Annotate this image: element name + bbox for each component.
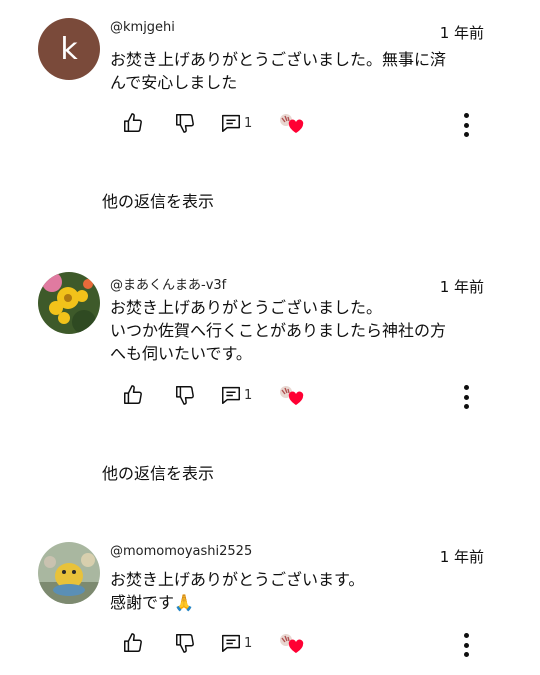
- figurine-avatar-image: [38, 542, 100, 604]
- like-button[interactable]: [122, 112, 144, 134]
- creator-heart: [278, 112, 304, 136]
- reply-count: 1: [244, 387, 253, 403]
- comment-text-line: んで安心しました: [110, 73, 238, 92]
- comment-text-line: いつか佐賀へ行くことがありましたら神社の方: [110, 321, 447, 340]
- more-vertical-icon: [463, 642, 469, 648]
- more-vertical-icon: [463, 132, 469, 137]
- comment-text-line: へも伺いたいです。: [110, 344, 252, 363]
- more-vertical-icon: [463, 652, 469, 657]
- thumb-down-icon: [176, 634, 194, 653]
- thumb-up-icon: [124, 385, 142, 404]
- comment-text-line: お焚き上げありがとうございました。無事に済: [110, 50, 447, 69]
- dislike-button[interactable]: [174, 384, 196, 406]
- comment-icon: [222, 634, 240, 652]
- comment-actions: 1: [122, 112, 482, 138]
- avatar[interactable]: [38, 542, 100, 604]
- comment-text-line: お焚き上げありがとうございます。: [110, 570, 365, 589]
- more-vertical-icon: [463, 394, 469, 400]
- dislike-button[interactable]: [174, 112, 196, 134]
- comment-time[interactable]: 1 年前: [440, 22, 484, 43]
- reply-button[interactable]: 1: [220, 112, 252, 134]
- more-vertical-icon: [463, 404, 469, 409]
- comment-text-line: 感謝です🙏: [110, 593, 194, 612]
- more-options-button[interactable]: [454, 632, 478, 658]
- more-vertical-icon: [463, 113, 469, 118]
- thumb-up-icon: [124, 633, 142, 652]
- comment-text: お焚き上げありがとうございました。無事に済 んで安心しました: [110, 48, 490, 94]
- more-options-button[interactable]: [454, 384, 478, 410]
- avatar[interactable]: [38, 272, 100, 334]
- show-replies-button[interactable]: 他の返信を表示: [102, 460, 214, 484]
- flower-avatar-image: [38, 272, 100, 334]
- comment-author[interactable]: @まあくんまあ-v3f: [110, 274, 226, 293]
- like-button[interactable]: [122, 384, 144, 406]
- show-replies-button[interactable]: 他の返信を表示: [102, 188, 214, 212]
- comment-icon: [222, 386, 240, 404]
- creator-heart-icon: [280, 634, 304, 653]
- like-button[interactable]: [122, 632, 144, 654]
- more-vertical-icon: [463, 122, 469, 128]
- avatar[interactable]: k: [38, 18, 100, 80]
- more-vertical-icon: [463, 385, 469, 390]
- thumb-down-icon: [176, 114, 194, 133]
- comment-text-line: お焚き上げありがとうございました。: [110, 298, 383, 317]
- comment-time[interactable]: 1 年前: [440, 276, 484, 297]
- more-vertical-icon: [463, 633, 469, 638]
- comment-actions: 1: [122, 632, 482, 658]
- reply-count: 1: [244, 635, 253, 651]
- thumb-down-icon: [176, 386, 194, 405]
- comment-author[interactable]: @kmjgehi: [110, 20, 175, 35]
- creator-heart-icon: [280, 114, 304, 133]
- comment-actions: 1: [122, 384, 482, 410]
- creator-heart: [278, 384, 304, 408]
- reply-count: 1: [244, 115, 253, 131]
- creator-heart-icon: [280, 386, 304, 405]
- more-options-button[interactable]: [454, 112, 478, 138]
- comment-author[interactable]: @momomoyashi2525: [110, 544, 252, 559]
- comment-text: お焚き上げありがとうございます。 感謝です🙏: [110, 568, 490, 614]
- reply-button[interactable]: 1: [220, 632, 252, 654]
- comment-text: お焚き上げありがとうございました。 いつか佐賀へ行くことがありましたら神社の方 …: [110, 296, 490, 365]
- comment-time[interactable]: 1 年前: [440, 546, 484, 567]
- reply-button[interactable]: 1: [220, 384, 252, 406]
- thumb-up-icon: [124, 113, 142, 132]
- comment-icon: [222, 114, 240, 132]
- dislike-button[interactable]: [174, 632, 196, 654]
- creator-heart: [278, 632, 304, 656]
